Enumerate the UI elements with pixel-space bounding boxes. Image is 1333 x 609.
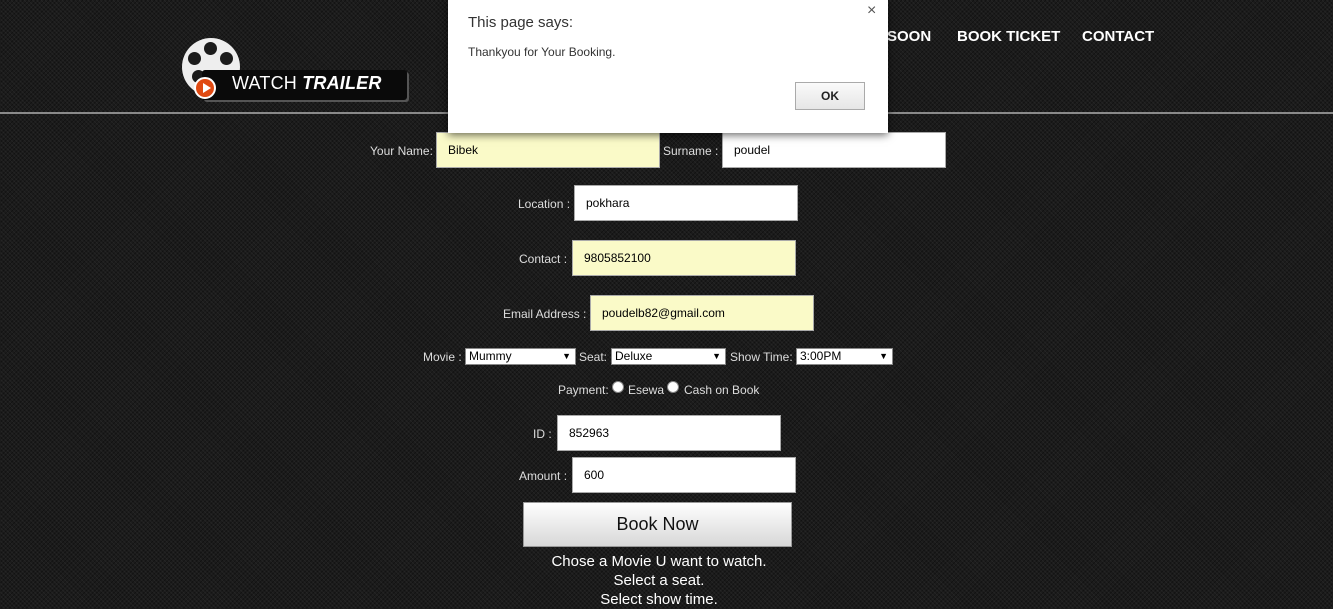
nav-contact[interactable]: CONTACT — [1082, 28, 1154, 45]
amount-label: Amount : — [519, 469, 568, 483]
showtime-select[interactable]: 3:00PM ▼ — [796, 348, 893, 365]
nav-book-ticket[interactable]: BOOK TICKET — [957, 28, 1060, 45]
name-label: Your Name: — [370, 144, 433, 158]
payment-label: Payment: — [558, 383, 609, 397]
close-icon[interactable]: × — [867, 2, 876, 20]
movie-select[interactable]: Mummy ▼ — [465, 348, 576, 365]
payment-esewa-label: Esewa — [628, 383, 665, 397]
payment-cash-radio[interactable] — [667, 381, 679, 393]
contact-label: Contact : — [519, 252, 568, 266]
email-input[interactable] — [590, 295, 814, 331]
surname-label: Surname : — [663, 144, 719, 158]
logo-text: WATCH TRAILER — [232, 73, 382, 94]
dropdown-arrow-icon: ▼ — [879, 351, 888, 361]
surname-input[interactable] — [722, 132, 946, 168]
location-label: Location : — [518, 197, 571, 211]
movie-label: Movie : — [423, 350, 462, 364]
amount-input[interactable] — [572, 457, 796, 493]
dialog-title: This page says: — [468, 14, 574, 31]
seat-select[interactable]: Deluxe ▼ — [611, 348, 726, 365]
site-logo[interactable]: WATCH TRAILER — [180, 38, 412, 106]
dialog-message: Thankyou for Your Booking. — [468, 45, 616, 59]
instruction-seat: Select a seat. — [613, 572, 705, 589]
location-input[interactable] — [574, 185, 798, 221]
instruction-showtime: Select show time. — [600, 591, 718, 608]
logo-word-trailer: TRAILER — [302, 73, 382, 93]
id-input[interactable] — [557, 415, 781, 451]
dropdown-arrow-icon: ▼ — [712, 351, 721, 361]
play-icon — [194, 77, 216, 99]
movie-select-value: Mummy — [469, 349, 512, 363]
dialog-ok-button[interactable]: OK — [795, 82, 865, 110]
showtime-select-value: 3:00PM — [800, 349, 842, 363]
dropdown-arrow-icon: ▼ — [562, 351, 571, 361]
seat-label: Seat: — [579, 350, 608, 364]
email-label: Email Address : — [503, 307, 587, 321]
logo-banner: WATCH TRAILER — [194, 70, 407, 100]
logo-word-watch: WATCH — [232, 73, 297, 93]
payment-cash-label: Cash on Book — [684, 383, 760, 397]
seat-select-value: Deluxe — [615, 349, 653, 363]
showtime-label: Show Time: — [730, 350, 793, 364]
alert-dialog: This page says: × Thankyou for Your Book… — [448, 0, 888, 133]
payment-esewa-radio[interactable] — [612, 381, 624, 393]
book-now-button[interactable]: Book Now — [523, 502, 792, 547]
id-label: ID : — [533, 427, 552, 441]
instruction-movie: Chose a Movie U want to watch. — [551, 553, 767, 570]
contact-input[interactable] — [572, 240, 796, 276]
name-input[interactable] — [436, 132, 660, 168]
nav-coming-soon[interactable]: SOON — [887, 28, 931, 45]
